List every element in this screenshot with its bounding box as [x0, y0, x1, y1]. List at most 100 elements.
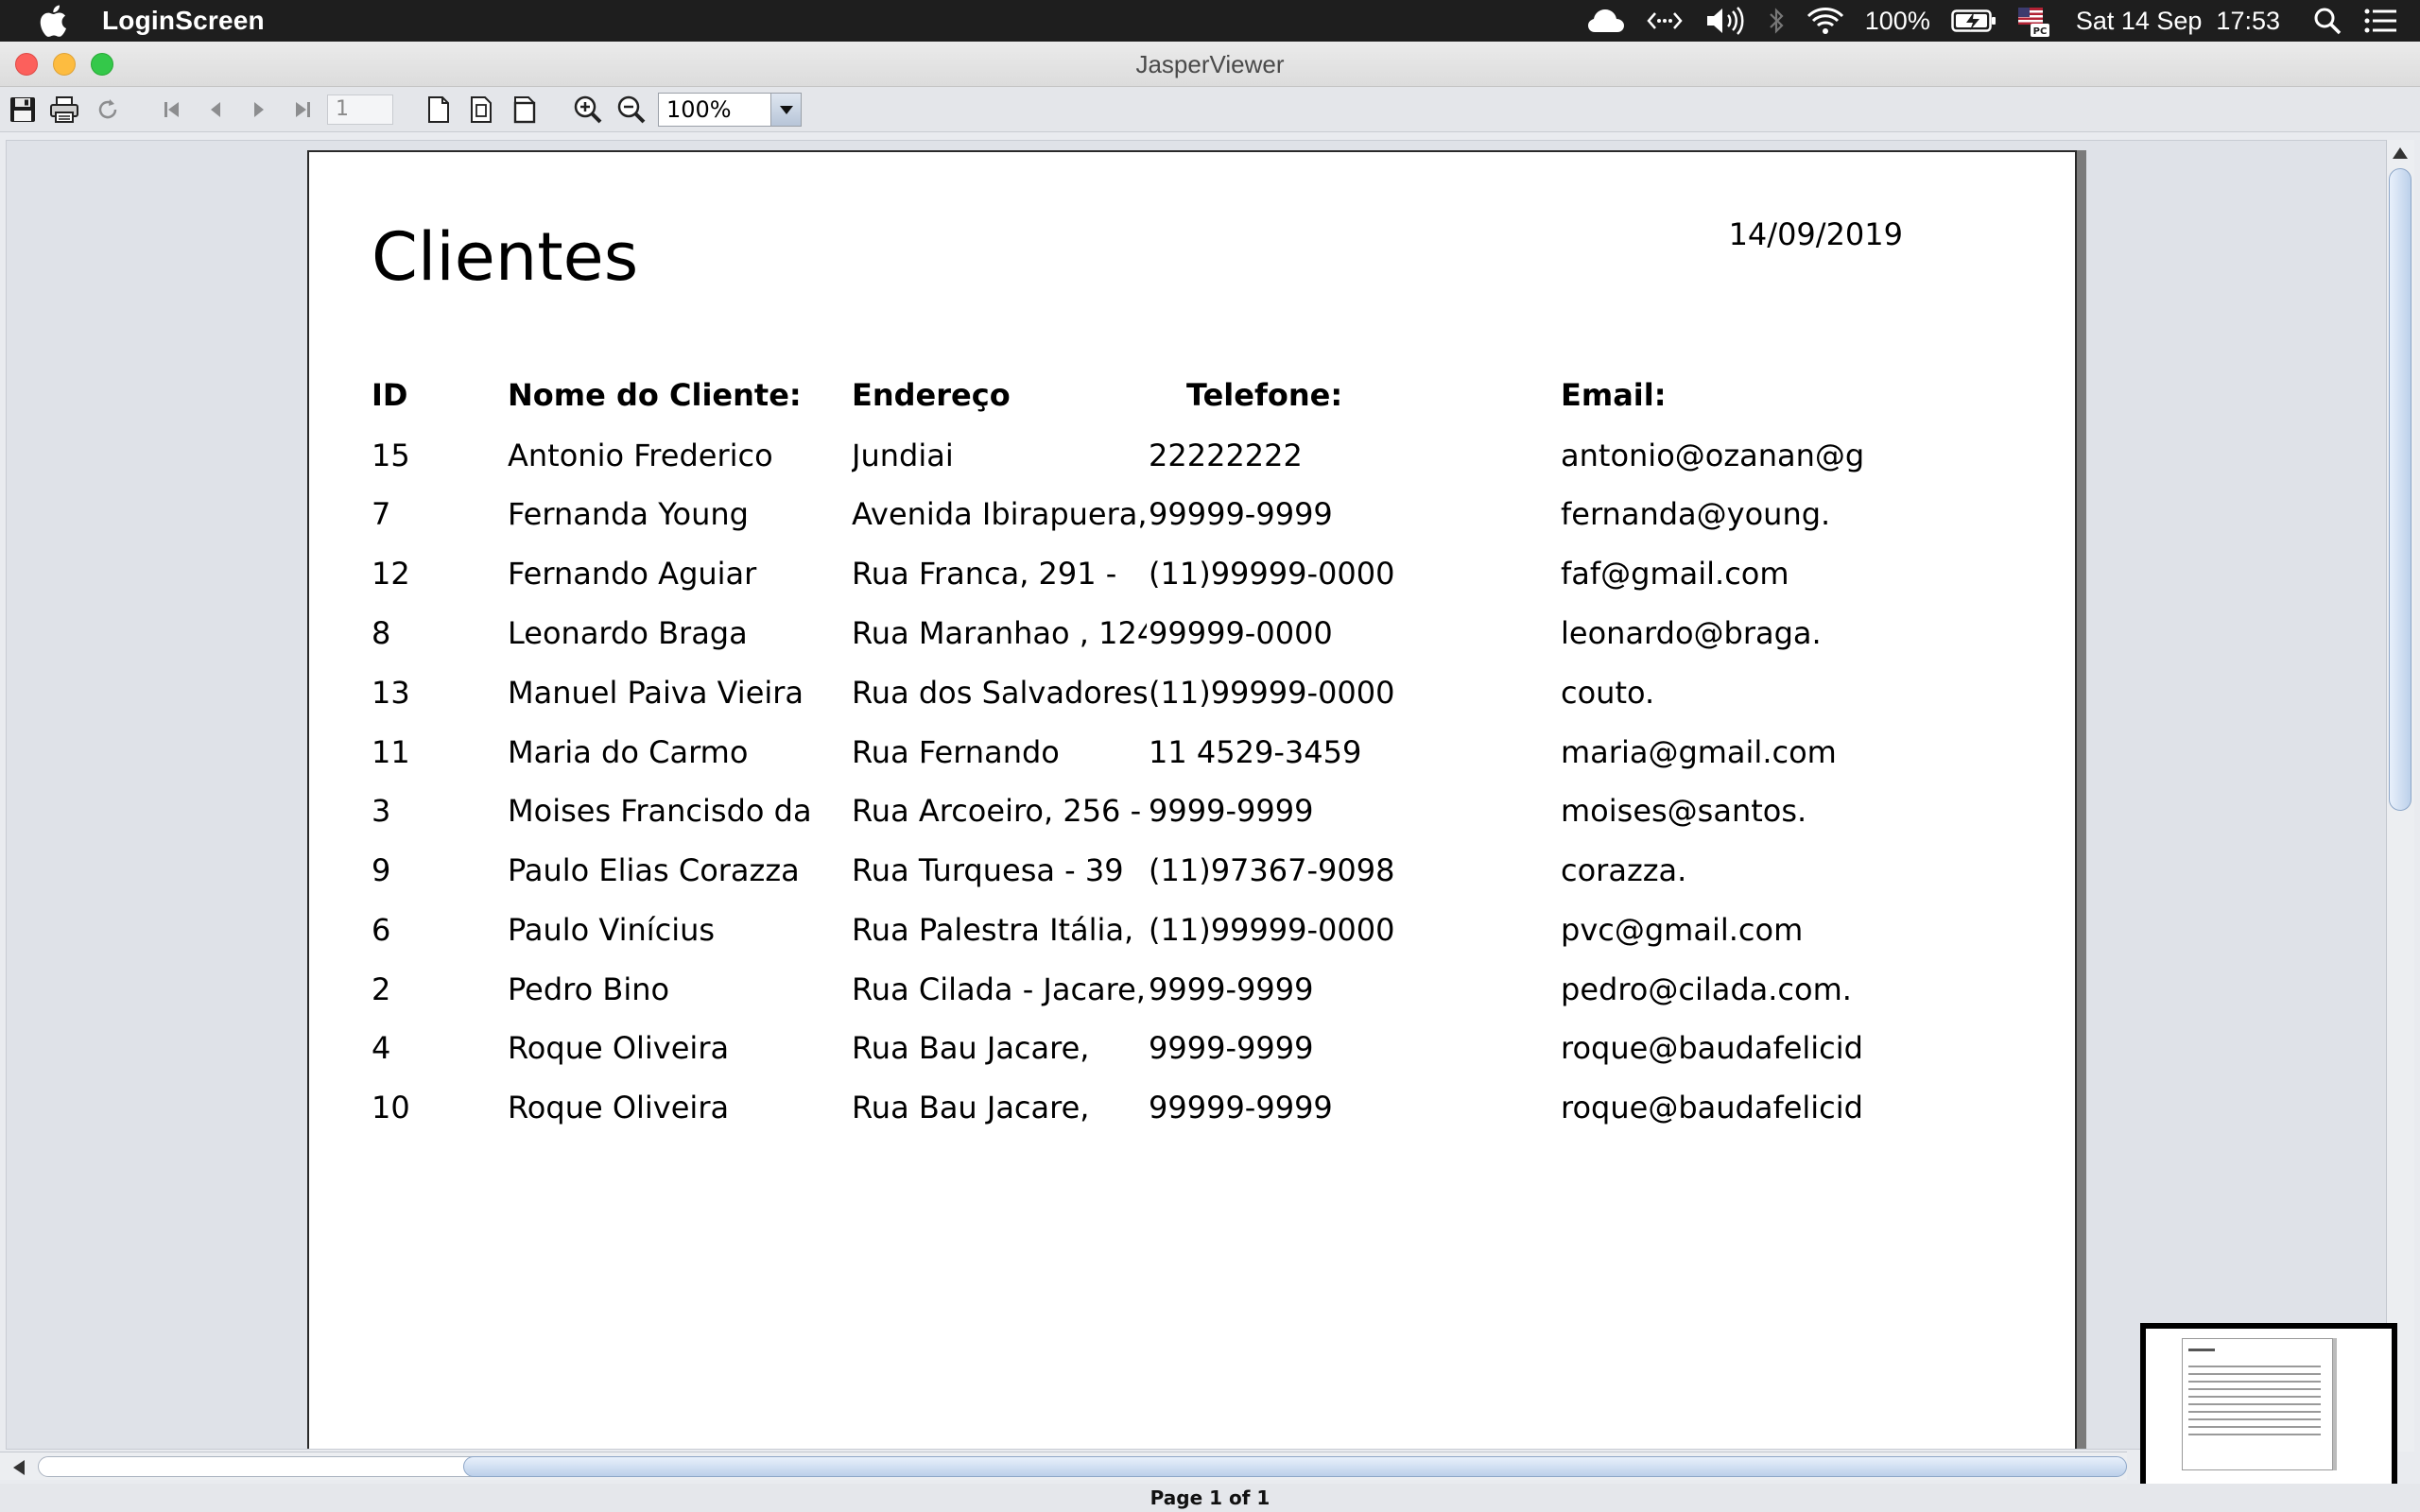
table-row: 4 Roque Oliveira Rua Bau Jacare, 9999-99…: [309, 1030, 2075, 1089]
thumbnail-line: [2188, 1388, 2321, 1390]
input-source-label: PC: [2032, 26, 2047, 37]
fit-width-button[interactable]: [509, 93, 543, 127]
menu-bar: LoginScreen 100% PC Sat 14 Sep 17:53: [0, 0, 2420, 42]
report-viewport[interactable]: Clientes 14/09/2019 ID Nome do Cliente: …: [6, 140, 2388, 1450]
page-thumbnail[interactable]: [2182, 1338, 2333, 1470]
scroll-left-arrow-icon[interactable]: [13, 1460, 25, 1475]
cell-email: moises@santos.: [1561, 793, 1807, 829]
cell-name: Leonardo Braga: [508, 615, 748, 651]
cell-name: Manuel Paiva Vieira: [508, 675, 804, 711]
cell-id: 9: [372, 852, 391, 888]
cloud-icon[interactable]: [1587, 0, 1625, 42]
notification-center-icon[interactable]: [2363, 0, 2397, 42]
cell-id: 7: [372, 496, 391, 532]
vertical-scrollbar[interactable]: [2386, 140, 2414, 1452]
cell-phone: 22222222: [1149, 438, 1303, 473]
thumbnail-line: [2188, 1426, 2321, 1428]
cell-phone: (11)99999-0000: [1149, 556, 1395, 592]
thumbnail-line: [2188, 1349, 2215, 1351]
zoom-in-button[interactable]: [571, 93, 605, 127]
cell-phone: (11)99999-0000: [1149, 675, 1395, 711]
reload-button[interactable]: [91, 93, 125, 127]
bluetooth-icon[interactable]: [1767, 0, 1786, 42]
thumbnail-line: [2188, 1373, 2321, 1375]
table-row: 11 Maria do Carmo Rua Fernando 11 4529-3…: [309, 734, 2075, 793]
cell-address: Rua Palestra Itália,: [852, 912, 1134, 948]
fit-width-icon: [513, 96, 536, 124]
next-page-button[interactable]: [242, 93, 276, 127]
cell-address: Rua Arcoeiro, 256 -: [852, 793, 1142, 829]
table-row: 13 Manuel Paiva Vieira Rua dos Salvadore…: [309, 675, 2075, 733]
window-title: JasperViewer: [1135, 50, 1285, 78]
reload-icon: [98, 99, 117, 119]
cell-email: maria@gmail.com: [1561, 734, 1837, 770]
print-icon: [50, 96, 78, 123]
input-source-flag-icon[interactable]: PC: [2017, 0, 2049, 42]
cell-id: 4: [372, 1030, 391, 1066]
last-page-button[interactable]: [285, 93, 320, 127]
cell-address: Rua Turquesa - 39: [852, 852, 1124, 888]
table-row: 15 Antonio Frederico Jundiai 22222222 an…: [309, 438, 2075, 496]
cell-email: pedro@cilada.com.: [1561, 971, 1852, 1007]
thumbnail-line: [2188, 1434, 2321, 1435]
cell-address: Rua Fernando: [852, 734, 1060, 770]
table-row: 3 Moises Francisdo da Rua Arcoeiro, 256 …: [309, 793, 2075, 851]
fit-page-icon: [471, 96, 492, 123]
title-bar[interactable]: JasperViewer: [0, 42, 2420, 87]
battery-charging-icon[interactable]: [1951, 0, 1996, 42]
apple-menu[interactable]: [36, 4, 70, 38]
network-activity-icon[interactable]: [1646, 0, 1684, 42]
cell-email: roque@baudafelicid: [1561, 1090, 1863, 1125]
thumbnail-line: [2188, 1366, 2321, 1367]
cell-address: Rua Maranhao , 124: [852, 615, 1147, 651]
zoom-value[interactable]: 100%: [659, 94, 770, 126]
column-header-name: Nome do Cliente:: [508, 377, 802, 413]
table-row: 9 Paulo Elias Corazza Rua Turquesa - 39 …: [309, 852, 2075, 911]
scroll-up-arrow-icon[interactable]: [2393, 147, 2408, 159]
menubar-clock[interactable]: Sat 14 Sep 17:53: [2076, 7, 2280, 36]
zoom-dropdown-button[interactable]: [770, 94, 801, 126]
cell-name: Roque Oliveira: [508, 1030, 730, 1066]
chevron-down-icon: [779, 106, 793, 114]
jasper-viewer-window: JasperViewer 1 100% Clientes 14/09/2019 …: [0, 42, 2420, 1512]
cell-address: Jundiai: [852, 438, 954, 473]
table-row: 10 Roque Oliveira Rua Bau Jacare, 99999-…: [309, 1090, 2075, 1148]
save-button[interactable]: [6, 93, 40, 127]
previous-page-button[interactable]: [199, 93, 233, 127]
cell-id: 10: [372, 1090, 410, 1125]
page-thumbnail-navigator[interactable]: [2140, 1323, 2397, 1489]
battery-percentage[interactable]: 100%: [1865, 7, 1930, 36]
first-page-button[interactable]: [155, 93, 189, 127]
zoom-out-button[interactable]: [614, 93, 648, 127]
volume-icon[interactable]: [1704, 0, 1746, 42]
cell-phone: 9999-9999: [1149, 793, 1314, 829]
cell-address: Rua Bau Jacare,: [852, 1030, 1090, 1066]
cell-id: 2: [372, 971, 391, 1007]
cell-phone: 11 4529-3459: [1149, 734, 1362, 770]
cell-id: 6: [372, 912, 391, 948]
vertical-scroll-thumb[interactable]: [2389, 168, 2411, 811]
next-page-icon: [254, 102, 264, 117]
cell-email: roque@baudafelicid: [1561, 1030, 1863, 1066]
cell-id: 11: [372, 734, 410, 770]
cell-name: Pedro Bino: [508, 971, 670, 1007]
zoom-select[interactable]: 100%: [658, 93, 802, 127]
horizontal-scrollbar[interactable]: [0, 1452, 2127, 1480]
app-menu-name[interactable]: LoginScreen: [102, 6, 265, 36]
table-row: 8 Leonardo Braga Rua Maranhao , 124 9999…: [309, 615, 2075, 674]
cell-id: 15: [372, 438, 410, 473]
thumbnail-line: [2188, 1403, 2321, 1405]
fit-page-button[interactable]: [465, 93, 499, 127]
spotlight-search-icon[interactable]: [2312, 0, 2342, 42]
cell-name: Paulo Elias Corazza: [508, 852, 800, 888]
cell-email: antonio@ozanan@g: [1561, 438, 1865, 473]
wifi-icon[interactable]: [1806, 0, 1844, 42]
print-button[interactable]: [47, 93, 81, 127]
thumbnail-line: [2188, 1418, 2321, 1420]
actual-size-button[interactable]: [422, 93, 456, 127]
report-title: Clientes: [372, 218, 639, 296]
page-number-input[interactable]: 1: [327, 94, 393, 125]
horizontal-scroll-thumb[interactable]: [463, 1456, 2127, 1477]
cell-email: pvc@gmail.com: [1561, 912, 1804, 948]
column-header-id: ID: [372, 377, 408, 413]
